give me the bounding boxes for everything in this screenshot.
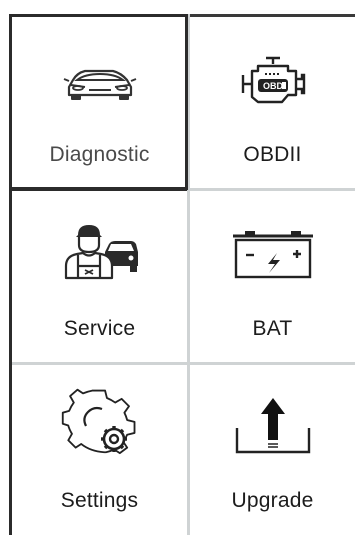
tile-bat[interactable]: BAT <box>190 191 355 362</box>
mechanic-car-icon <box>12 221 187 281</box>
tile-diagnostic[interactable]: Diagnostic <box>12 17 187 188</box>
tile-upgrade[interactable]: Upgrade <box>190 365 355 535</box>
gear-icon <box>12 387 187 457</box>
tile-obdii[interactable]: OBD OBDII <box>190 17 355 188</box>
svg-text:OBD: OBD <box>263 81 284 91</box>
engine-obd-icon: OBD <box>190 53 355 109</box>
app-grid: Diagnostic OBD OBDII Service BAT Setting… <box>0 0 355 535</box>
tile-label: Diagnostic <box>49 143 150 166</box>
car-icon <box>12 57 187 107</box>
tile-label: BAT <box>252 317 293 340</box>
tile-service[interactable]: Service <box>12 191 187 362</box>
tile-settings[interactable]: Settings <box>12 365 187 535</box>
tile-label: Upgrade <box>231 489 314 512</box>
battery-icon <box>190 227 355 281</box>
tile-label: Settings <box>60 489 139 512</box>
upload-icon <box>190 391 355 457</box>
tile-label: OBDII <box>243 143 302 166</box>
tile-label: Service <box>63 317 136 340</box>
